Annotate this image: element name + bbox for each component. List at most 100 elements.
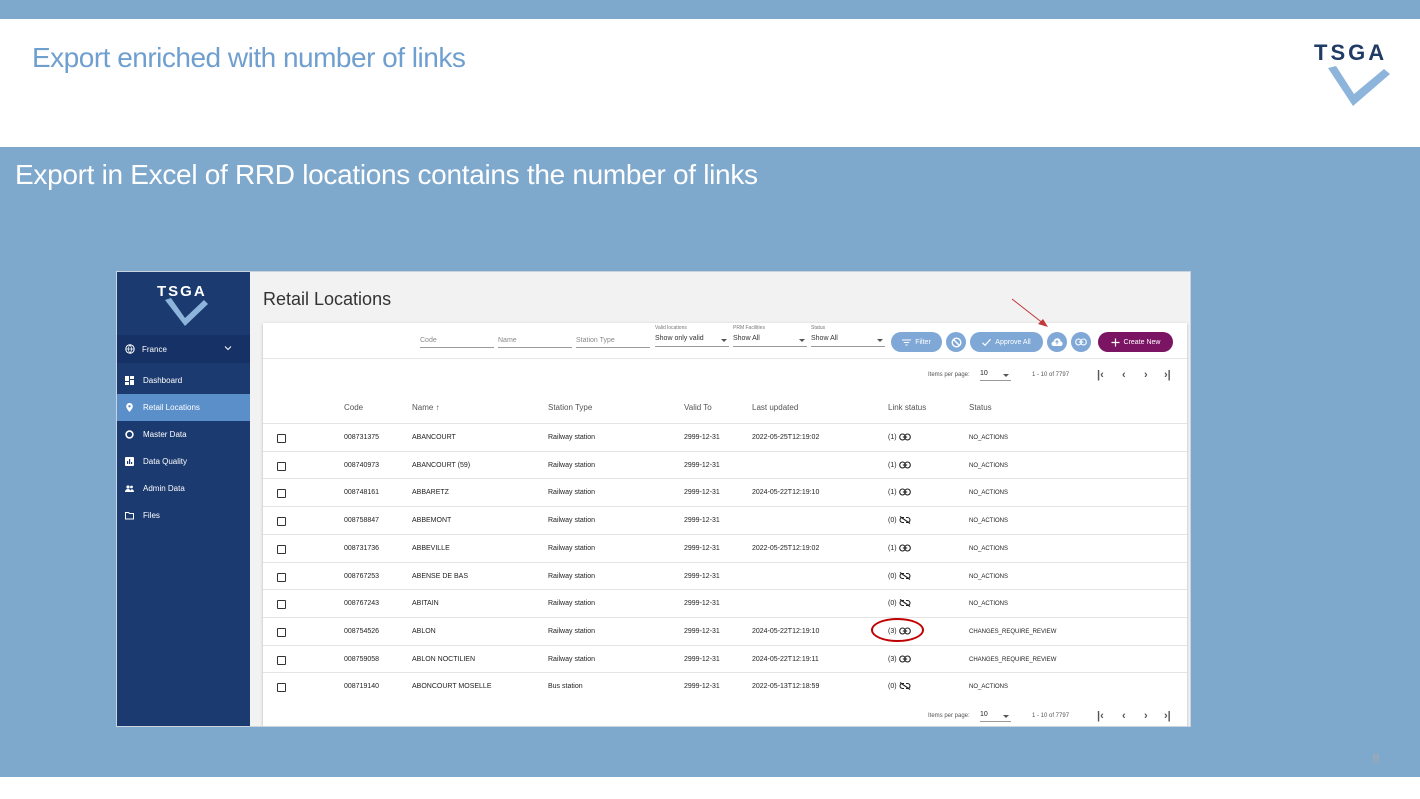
column-header-link-status[interactable]: Link status [888, 403, 926, 412]
top-band [0, 0, 1420, 19]
cell-name: ABANCOURT [412, 434, 456, 441]
cell-station-type: Bus station [548, 683, 583, 691]
cell-link-status[interactable]: (0) [888, 599, 911, 608]
cell-status: NO_ACTIONS [969, 435, 1009, 441]
row-checkbox[interactable] [277, 461, 286, 471]
cell-name: ABONCOURT MOSELLE [412, 683, 492, 691]
link-count: (0) [888, 683, 897, 691]
link-count: (0) [888, 600, 897, 608]
column-header-valid-to[interactable]: Valid To [684, 403, 712, 412]
link-count: (0) [888, 516, 897, 524]
column-header-status[interactable]: Status [969, 403, 992, 412]
status-select[interactable]: Status Show All [811, 325, 885, 347]
items-per-page-select[interactable]: 10 [980, 370, 1011, 381]
sidebar-item-label: Data Quality [143, 457, 188, 466]
create-new-button[interactable]: Create New [1098, 332, 1173, 352]
sidebar-item-label: Dashboard [143, 376, 183, 385]
row-checkbox[interactable] [277, 434, 286, 443]
first-page-icon[interactable]: |‹ [1097, 710, 1104, 722]
column-header-code[interactable]: Code [344, 403, 363, 412]
dropdown-arrow-icon [877, 339, 883, 342]
column-header-station-type[interactable]: Station Type [548, 403, 592, 412]
sidebar-logo-icon: TSGA [157, 283, 208, 326]
circle-icon [125, 430, 134, 439]
chart-icon [125, 457, 134, 466]
cell-link-status[interactable]: (0) [888, 682, 911, 691]
clear-filter-button[interactable] [946, 332, 966, 352]
cell-station-type: Railway station [548, 489, 596, 497]
table-row[interactable]: 008754526 ABLON Railway station 2999-12-31 2… [263, 616, 1187, 645]
page-number: 8 [1372, 750, 1380, 766]
cell-status: NO_ACTIONS [969, 601, 1009, 608]
link-status-highlight [871, 618, 924, 642]
cell-valid-to: 2999-12-31 [684, 600, 720, 608]
next-page-icon[interactable]: › [1144, 369, 1148, 381]
filter-button[interactable]: Filter [891, 332, 942, 352]
country-selector[interactable]: France [117, 335, 250, 363]
cell-link-status[interactable]: (1) [888, 544, 911, 552]
prm-facilities-select[interactable]: PRM Facilities Show All [733, 325, 807, 347]
plus-icon [1111, 338, 1120, 346]
cell-status: NO_ACTIONS [969, 490, 1009, 497]
last-page-icon[interactable]: ›| [1164, 369, 1171, 381]
column-header-name[interactable]: Name ↑ [412, 403, 440, 412]
row-checkbox[interactable] [277, 655, 286, 665]
prev-page-icon[interactable]: ‹ [1122, 710, 1126, 722]
export-button[interactable] [1047, 332, 1067, 352]
cell-link-status[interactable]: (0) [888, 516, 911, 525]
valid-locations-select[interactable]: Valid locations Show only valid [655, 325, 729, 347]
table-row[interactable]: 008767253 ABENSE DE BAS Railway station 299… [263, 561, 1187, 590]
sidebar-item-dashboard[interactable]: Dashboard [117, 367, 250, 394]
cell-link-status[interactable]: (1) [888, 461, 911, 469]
row-checkbox[interactable] [277, 683, 286, 693]
first-page-icon[interactable]: |‹ [1097, 369, 1104, 381]
valid-locations-value: Show only valid [655, 335, 704, 342]
table-row[interactable]: 008748161 ABBARETZ Railway station 2999-12-… [263, 478, 1187, 506]
table-row[interactable]: 008731375 ABANCOURT Railway station 2999-12… [263, 423, 1187, 451]
approve-all-button[interactable]: Approve All [970, 332, 1043, 352]
cell-valid-to: 2999-12-31 [684, 655, 720, 663]
table-row[interactable]: 008731736 ABBEVILLE Railway station 2999-12… [263, 533, 1187, 562]
cell-name: ABLON [412, 627, 436, 635]
code-filter-input[interactable]: Code [420, 335, 494, 348]
cell-status: NO_ACTIONS [969, 518, 1009, 525]
cell-link-status[interactable]: (1) [888, 433, 911, 441]
cell-link-status[interactable]: (0) [888, 571, 911, 580]
table-row[interactable]: 008740973 ABANCOURT (59) Railway station 29… [263, 450, 1187, 479]
cell-link-status[interactable]: (1) [888, 488, 911, 496]
sidebar-item-master-data[interactable]: Master Data [117, 421, 250, 448]
cell-link-status[interactable]: (3) [888, 655, 911, 663]
link-icon [898, 655, 911, 663]
last-page-icon[interactable]: ›| [1164, 710, 1171, 722]
sidebar-item-data-quality[interactable]: Data Quality [117, 448, 250, 475]
table-row[interactable]: 008719140 ABONCOURT MOSELLE Bus station 299… [263, 672, 1187, 700]
row-checkbox[interactable] [277, 627, 286, 637]
cell-valid-to: 2999-12-31 [684, 683, 720, 691]
cell-valid-to: 2999-12-31 [684, 572, 720, 580]
column-header-last-updated[interactable]: Last updated [752, 403, 798, 412]
sidebar-item-files[interactable]: Files [117, 502, 250, 529]
cell-last-updated: 2024-05-22T12:19:11 [752, 655, 819, 663]
row-checkbox[interactable] [277, 489, 286, 499]
next-page-icon[interactable]: › [1144, 710, 1148, 722]
station-type-filter-input[interactable]: Station Type [576, 335, 650, 348]
table-row[interactable]: 008758847 ABBEMONT Railway station 2999-12-… [263, 506, 1187, 534]
row-checkbox[interactable] [277, 544, 286, 554]
sidebar-item-retail-locations[interactable]: Retail Locations [117, 394, 250, 421]
row-checkbox[interactable] [277, 600, 286, 610]
items-per-page-label: Items per page: [928, 713, 970, 719]
sidebar-item-admin-data[interactable]: Admin Data [117, 475, 250, 502]
cell-valid-to: 2999-12-31 [684, 544, 720, 552]
name-filter-input[interactable]: Name [498, 335, 572, 348]
prev-page-icon[interactable]: ‹ [1122, 369, 1126, 381]
row-checkbox[interactable] [277, 572, 286, 582]
cell-last-updated: 2022-05-13T12:18:59 [752, 683, 820, 691]
cell-status: CHANGES_REQUIRE_REVIEW [969, 628, 1057, 635]
link-button[interactable] [1071, 332, 1091, 352]
table-row[interactable]: 008767243 ABITAIN Railway station 2999-12-3… [263, 589, 1187, 617]
items-per-page-select[interactable]: 10 [980, 711, 1011, 722]
row-checkbox[interactable] [277, 517, 286, 527]
table-row[interactable]: 008759058 ABLON NOCTILIEN Railway station 2… [263, 644, 1187, 673]
cell-valid-to: 2999-12-31 [684, 434, 720, 441]
cell-code: 008767253 [344, 572, 380, 580]
